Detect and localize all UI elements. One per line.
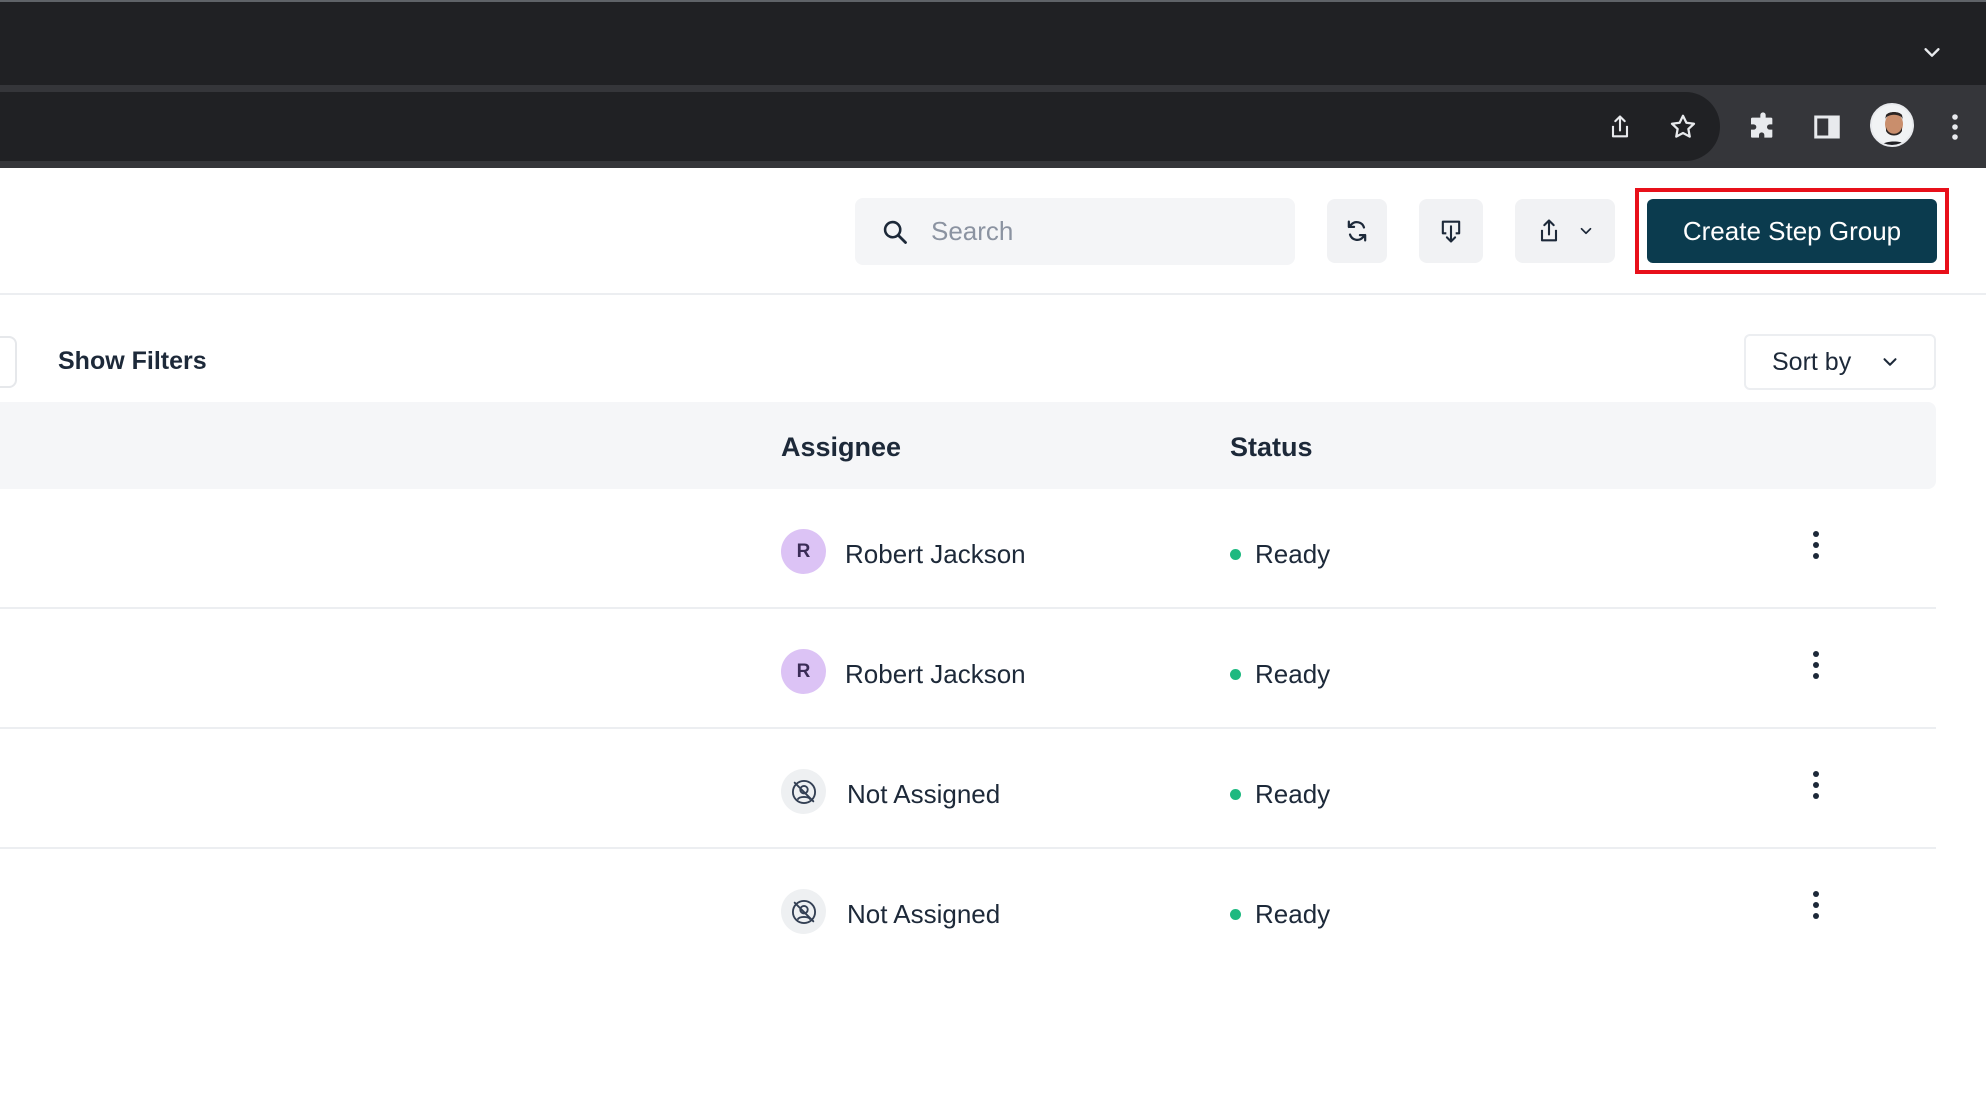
profile-avatar[interactable]	[1870, 103, 1914, 147]
extensions-button[interactable]	[1745, 109, 1781, 145]
table-header: Assignee Status	[0, 402, 1936, 489]
download-icon	[1441, 220, 1461, 243]
row-actions-button[interactable]	[1800, 885, 1832, 925]
kebab-menu-icon	[1952, 114, 1958, 140]
tab-search-button[interactable]	[1914, 34, 1950, 70]
status-dot	[1230, 669, 1241, 680]
sort-by-dropdown[interactable]: Sort by	[1744, 334, 1936, 390]
assignee-name: Robert Jackson	[845, 659, 1026, 689]
unassigned-user-icon	[791, 899, 816, 924]
browser-menu-button[interactable]	[1937, 109, 1973, 145]
download-button[interactable]	[1419, 199, 1483, 263]
status-badge: Ready	[1230, 899, 1330, 930]
assignee-name: Not Assigned	[847, 899, 1001, 929]
chevron-down-icon	[1883, 358, 1897, 366]
star-icon	[1670, 114, 1696, 138]
chevron-down-icon	[1580, 227, 1592, 235]
avatar: R	[781, 529, 826, 574]
status-label: Ready	[1255, 659, 1331, 689]
refresh-button[interactable]	[1327, 199, 1387, 263]
table-row[interactable]: R Robert Jackson Ready	[0, 609, 1936, 729]
table-row[interactable]: Not Assigned Ready	[0, 849, 1936, 969]
unassigned-avatar	[781, 769, 826, 814]
create-step-group-button[interactable]: Create Step Group	[1647, 199, 1937, 263]
app-header: Create Step Group	[0, 168, 1986, 295]
kebab-menu-icon	[1813, 651, 1819, 679]
filter-toggle-stub[interactable]	[0, 336, 17, 388]
share-button[interactable]	[1602, 109, 1638, 145]
browser-toolbar	[0, 85, 1986, 168]
row-actions-button[interactable]	[1800, 645, 1832, 685]
status-dot	[1230, 789, 1241, 800]
side-panel-button[interactable]	[1809, 109, 1845, 145]
search-icon	[883, 220, 907, 244]
row-actions-button[interactable]	[1800, 765, 1832, 805]
bookmark-button[interactable]	[1665, 109, 1701, 145]
status-badge: Ready	[1230, 779, 1330, 810]
table-row[interactable]: R Robert Jackson Ready	[0, 489, 1936, 609]
kebab-menu-icon	[1813, 891, 1819, 919]
unassigned-user-icon	[791, 779, 816, 804]
status-label: Ready	[1255, 539, 1331, 569]
status-dot	[1230, 549, 1241, 560]
puzzle-icon	[1751, 112, 1773, 138]
kebab-menu-icon	[1813, 771, 1819, 799]
show-filters-button[interactable]: Show Filters	[58, 347, 207, 376]
side-panel-icon	[1814, 115, 1840, 139]
column-header-assignee[interactable]: Assignee	[781, 432, 901, 463]
column-header-status[interactable]: Status	[1230, 432, 1313, 463]
address-bar[interactable]	[0, 92, 1720, 161]
chevron-down-icon	[1924, 48, 1940, 57]
share-icon	[1611, 115, 1629, 138]
export-icon	[1540, 219, 1558, 242]
status-badge: Ready	[1230, 659, 1330, 690]
assignee-name: Robert Jackson	[845, 539, 1026, 569]
status-label: Ready	[1255, 779, 1331, 809]
assignee-name: Not Assigned	[847, 779, 1001, 809]
profile-photo-icon	[1872, 105, 1912, 145]
export-dropdown-button[interactable]	[1515, 199, 1615, 263]
avatar: R	[781, 649, 826, 694]
kebab-menu-icon	[1813, 531, 1819, 559]
status-dot	[1230, 909, 1241, 920]
row-actions-button[interactable]	[1800, 525, 1832, 565]
table-row[interactable]: Not Assigned Ready	[0, 729, 1936, 849]
sort-by-label: Sort by	[1772, 347, 1852, 376]
unassigned-avatar	[781, 889, 826, 934]
refresh-icon	[1347, 220, 1367, 242]
browser-tabstrip	[0, 0, 1986, 85]
status-badge: Ready	[1230, 539, 1330, 570]
search-box[interactable]	[855, 198, 1295, 265]
search-input[interactable]	[931, 216, 1261, 247]
status-label: Ready	[1255, 899, 1331, 929]
